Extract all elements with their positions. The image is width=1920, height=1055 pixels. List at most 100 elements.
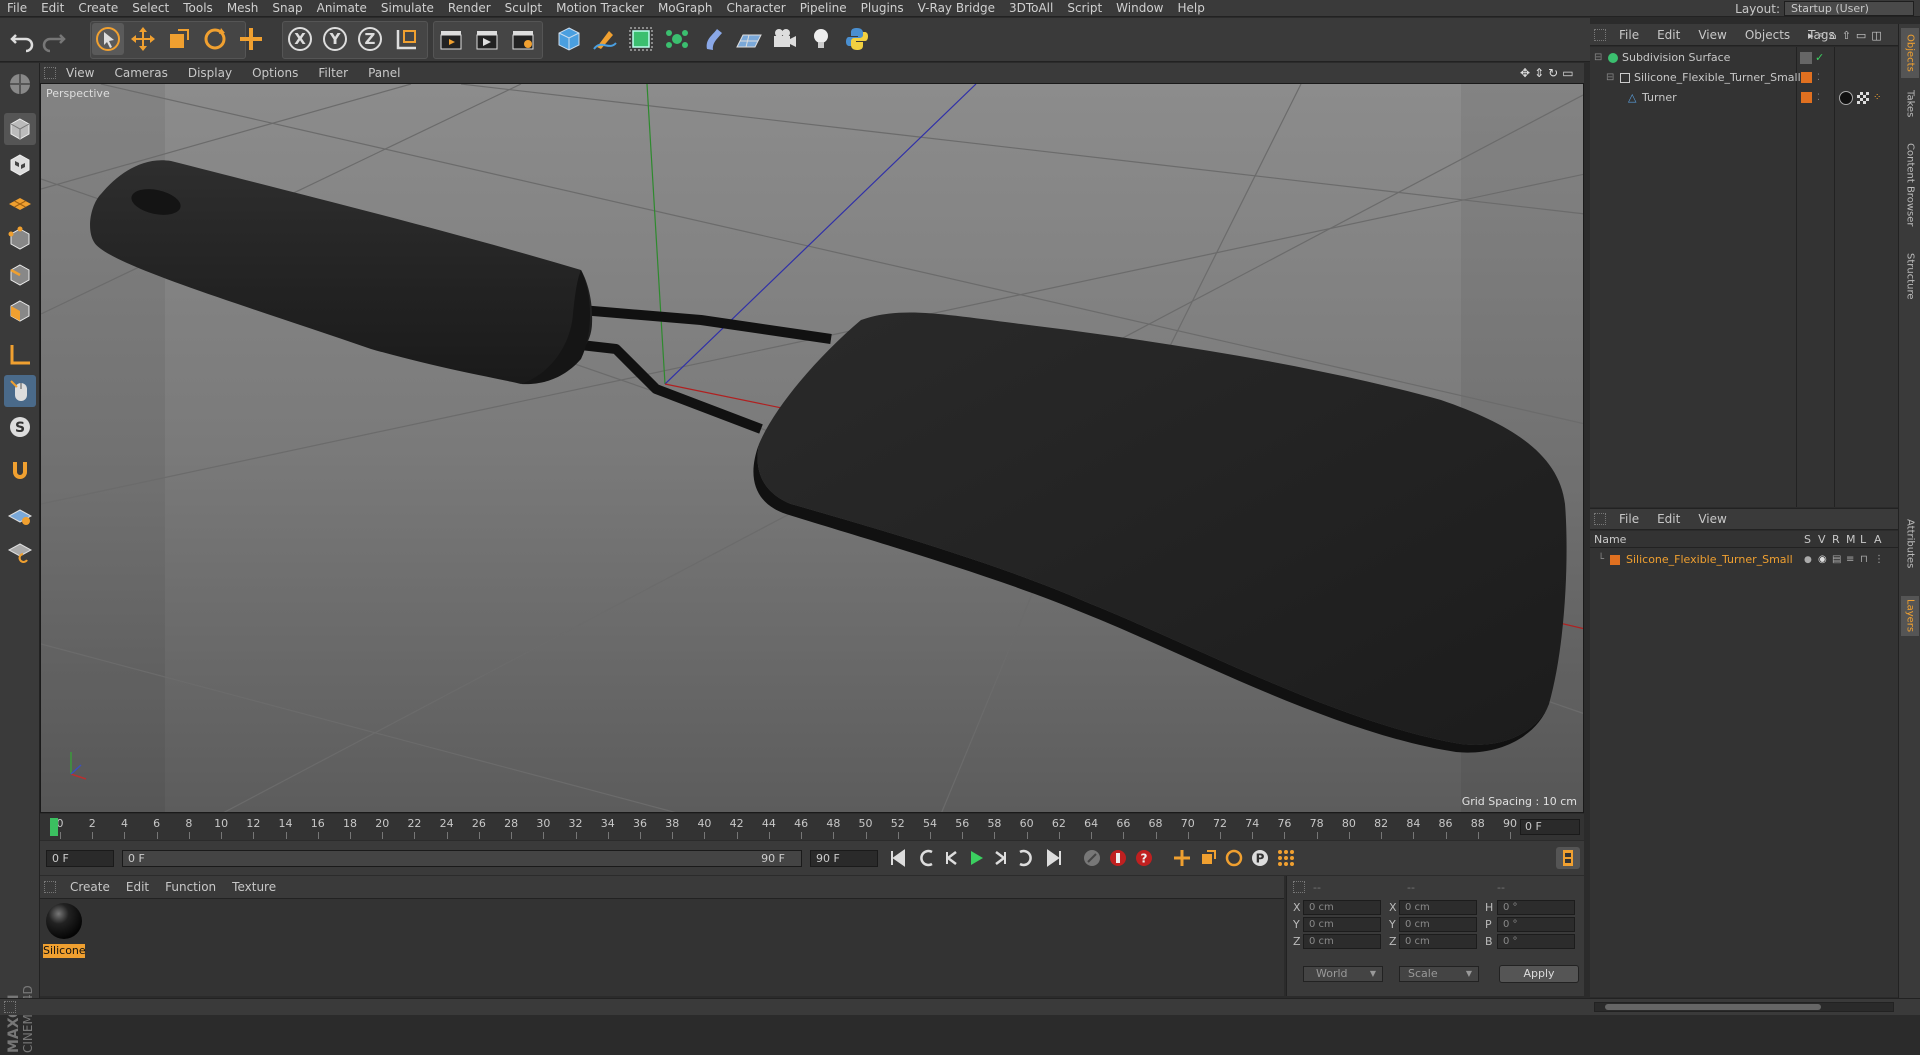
lock-workplane-button[interactable] [4, 499, 36, 531]
light-button[interactable] [805, 23, 837, 55]
menu-file[interactable]: File [0, 1, 34, 15]
layer-menu-edit[interactable]: Edit [1648, 512, 1689, 526]
polygons-mode-button[interactable] [4, 295, 36, 327]
visibility-editor-icon[interactable] [1800, 51, 1812, 64]
column-flag-r[interactable]: R [1832, 533, 1840, 546]
layer-color-tag[interactable] [1801, 92, 1812, 103]
menu-3dtoall[interactable]: 3DToAll [1002, 1, 1060, 15]
magnet-button[interactable] [4, 455, 36, 487]
playhead[interactable] [50, 818, 58, 836]
previous-key-button[interactable] [916, 847, 940, 869]
menu-plugins[interactable]: Plugins [854, 1, 911, 15]
viewport-menu-display[interactable]: Display [178, 66, 242, 80]
tab-layers[interactable]: Layers [1901, 596, 1919, 636]
tab-objects[interactable]: Objects [1901, 28, 1919, 78]
column-flag-l[interactable]: L [1860, 533, 1866, 546]
viewport-menu-options[interactable]: Options [242, 66, 308, 80]
start-frame-field[interactable]: 0 F [46, 850, 114, 867]
object-menu-objects[interactable]: Objects [1736, 28, 1799, 42]
select-tool-button[interactable] [92, 23, 124, 55]
floor-button[interactable] [733, 23, 765, 55]
live-select-button[interactable] [235, 23, 267, 55]
up-arrow-icon[interactable]: ⇧ [1842, 29, 1851, 42]
cube-object-button[interactable] [553, 23, 585, 55]
move-view-icon[interactable]: ✥ [1520, 66, 1530, 80]
points-mode-button[interactable] [4, 223, 36, 255]
coord-size-field[interactable]: 0 cm [1399, 917, 1477, 932]
parameter-key-button[interactable]: P [1248, 847, 1272, 869]
render-settings-button[interactable] [507, 23, 539, 55]
object-row-turner[interactable]: △ Turner ⁚ ⁘ [1590, 88, 1898, 107]
manager-icon[interactable]: ≡ [1846, 554, 1854, 565]
menu-simulate[interactable]: Simulate [374, 1, 441, 15]
x-axis-button[interactable]: X [284, 23, 316, 55]
timeline-ruler[interactable]: 0 2 4 6 8 10 12 14 16 18 20 22 24 26 28 30 32 34 36 38 40 42 4… [40, 814, 1584, 840]
layer-color-swatch[interactable] [1610, 554, 1620, 565]
tab-content-browser[interactable]: Content Browser [1901, 130, 1919, 240]
render-icon[interactable]: ▤ [1832, 554, 1841, 565]
tweak-mode-button[interactable] [4, 375, 36, 407]
render-view-button[interactable] [435, 23, 467, 55]
horizontal-scrollbar[interactable] [1594, 1002, 1894, 1012]
rotation-key-button[interactable] [1222, 847, 1246, 869]
menu-sculpt[interactable]: Sculpt [498, 1, 549, 15]
coordinate-space-dropdown[interactable]: World ▼ [1303, 966, 1383, 982]
y-axis-button[interactable]: Y [319, 23, 351, 55]
object-menu-view[interactable]: View [1689, 28, 1735, 42]
move-tool-button[interactable] [127, 23, 159, 55]
visibility-dots-icon[interactable]: ⁚ [1817, 73, 1820, 83]
coord-size-field[interactable]: 0 cm [1399, 900, 1477, 915]
spline-pen-button[interactable] [589, 23, 621, 55]
coordinate-system-button[interactable] [391, 23, 423, 55]
next-frame-button[interactable] [988, 847, 1012, 869]
viewport-menu-panel[interactable]: Panel [358, 66, 410, 80]
eye-icon[interactable]: ◉ [1818, 554, 1827, 565]
menu-snap[interactable]: Snap [265, 1, 309, 15]
keyframe-selection-button[interactable]: ? [1132, 847, 1156, 869]
minimize-icon[interactable]: ▭ [1856, 29, 1866, 42]
coord-rotation-field[interactable]: 0 ° [1497, 917, 1575, 932]
position-key-button[interactable] [1170, 847, 1194, 869]
menu-v-ray-bridge[interactable]: V-Ray Bridge [911, 1, 1002, 15]
column-flag-s[interactable]: S [1804, 533, 1811, 546]
planar-workplane-button[interactable] [4, 535, 36, 567]
menu-animate[interactable]: Animate [310, 1, 374, 15]
material-menu-function[interactable]: Function [157, 880, 224, 894]
undo-button[interactable] [6, 23, 38, 55]
viewport-menu-filter[interactable]: Filter [308, 66, 358, 80]
menu-help[interactable]: Help [1170, 1, 1211, 15]
z-axis-button[interactable]: Z [354, 23, 386, 55]
solo-dot-icon[interactable]: ● [1804, 555, 1812, 565]
new-window-icon[interactable]: ◫ [1871, 29, 1881, 42]
menu-mesh[interactable]: Mesh [220, 1, 266, 15]
maximize-view-icon[interactable]: ▭ [1562, 66, 1573, 80]
coord-rotation-field[interactable]: 0 ° [1497, 934, 1575, 949]
lock-icon[interactable]: ⊓ [1860, 554, 1868, 565]
enabled-check-icon[interactable]: ✓ [1815, 51, 1824, 64]
apply-button[interactable]: Apply [1499, 965, 1579, 983]
menu-pipeline[interactable]: Pipeline [793, 1, 854, 15]
home-icon[interactable]: ⌂ [1830, 29, 1837, 42]
menu-select[interactable]: Select [125, 1, 176, 15]
menu-create[interactable]: Create [71, 1, 125, 15]
coord-position-field[interactable]: 0 cm [1303, 900, 1381, 915]
viewport-menu-view[interactable]: View [56, 66, 104, 80]
go-to-start-button[interactable] [886, 847, 910, 869]
subdivision-surface-button[interactable] [625, 23, 657, 55]
record-active-button[interactable] [1080, 847, 1104, 869]
menu-window[interactable]: Window [1109, 1, 1170, 15]
coord-position-field[interactable]: 0 cm [1303, 917, 1381, 932]
next-key-button[interactable] [1012, 847, 1036, 869]
workplane-mode-button[interactable] [4, 185, 36, 217]
object-menu-edit[interactable]: Edit [1648, 28, 1689, 42]
phong-tag-icon[interactable]: ⁘ [1873, 92, 1881, 103]
texture-mode-button[interactable] [4, 149, 36, 181]
frame-range-slider[interactable]: 0 F 90 F [122, 850, 802, 867]
cloner-button[interactable] [661, 23, 693, 55]
column-flag-a[interactable]: A [1874, 533, 1882, 546]
play-button[interactable] [964, 847, 988, 869]
end-frame-field[interactable]: 90 F [810, 850, 878, 867]
go-to-end-button[interactable] [1042, 847, 1066, 869]
material-menu-texture[interactable]: Texture [224, 880, 284, 894]
render-picture-viewer-button[interactable] [471, 23, 503, 55]
